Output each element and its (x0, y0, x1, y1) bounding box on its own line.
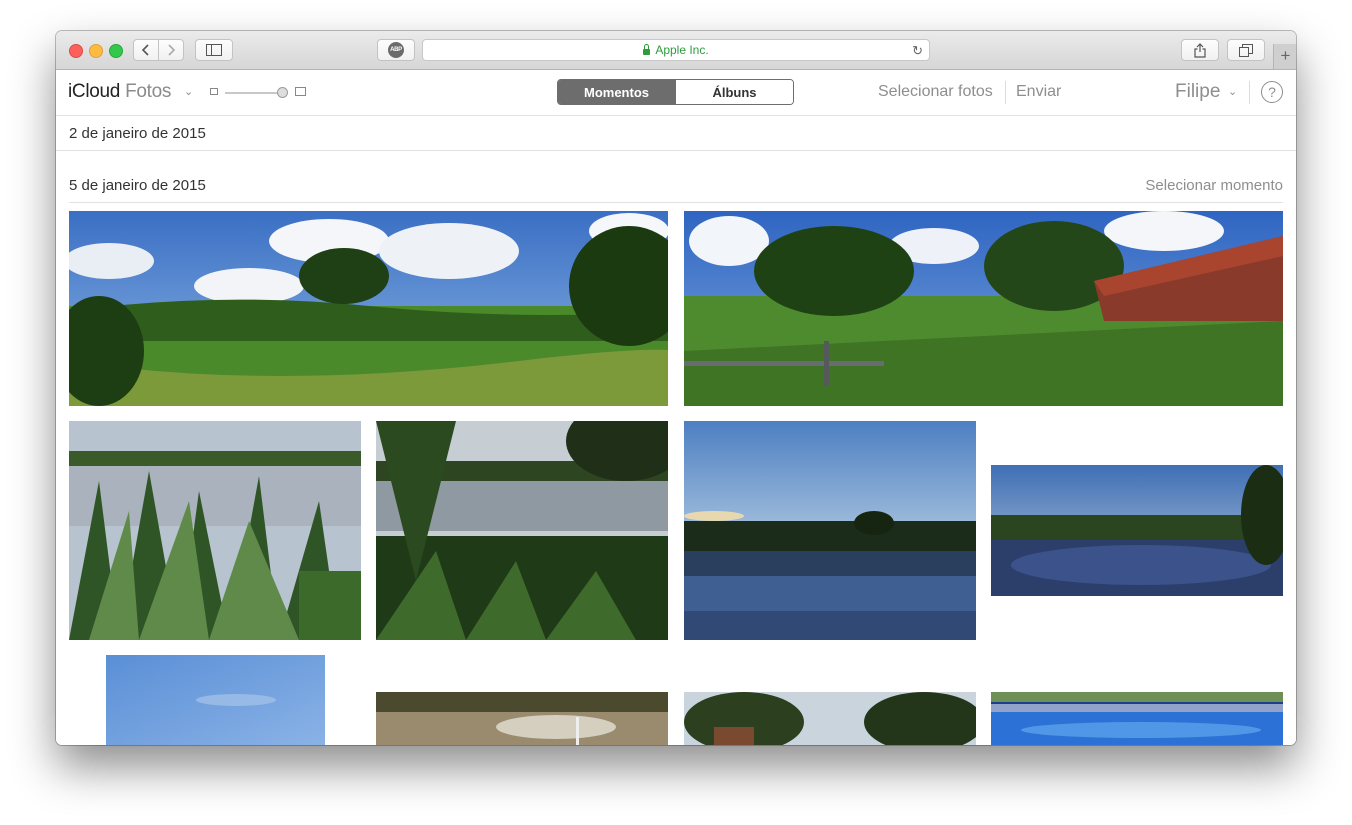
adblock-extension-button[interactable]: ABP (377, 39, 415, 61)
photo-image (69, 211, 668, 406)
divider (1249, 81, 1250, 104)
chevron-left-icon (141, 44, 149, 56)
photo-image (991, 465, 1283, 596)
brand-name: iCloud (68, 81, 121, 102)
photo-thumbnail[interactable] (376, 421, 668, 640)
photo-image (684, 692, 976, 745)
select-moment-button[interactable]: Selecionar momento (1145, 177, 1283, 194)
photo-thumbnail[interactable] (684, 421, 976, 640)
sidebar-toggle-button[interactable] (195, 39, 233, 61)
minimize-window-button[interactable] (89, 44, 103, 58)
photo-thumbnail[interactable] (69, 211, 668, 406)
photo-thumbnail[interactable] (684, 692, 976, 745)
share-icon (1194, 42, 1206, 58)
photo-image (69, 421, 361, 640)
app-title[interactable]: iCloud Fotos (68, 81, 171, 103)
photo-image (684, 421, 976, 640)
upload-button[interactable]: Enviar (1016, 83, 1061, 101)
photo-image (106, 655, 325, 745)
slider-handle[interactable] (277, 87, 288, 98)
photo-thumbnail[interactable] (376, 692, 668, 745)
show-tabs-button[interactable] (1227, 39, 1265, 61)
zoom-window-button[interactable] (109, 44, 123, 58)
divider (69, 202, 1283, 203)
new-tab-button[interactable]: + (1273, 44, 1296, 69)
photo-image (684, 211, 1283, 406)
reload-icon[interactable]: ↻ (912, 43, 923, 59)
photo-image (991, 692, 1283, 745)
select-photos-button[interactable]: Selecionar fotos (878, 83, 993, 101)
photos-content: 2 de janeiro de 2015 5 de janeiro de 201… (56, 116, 1296, 745)
thumbnail-size-slider[interactable] (225, 92, 283, 94)
sidebar-icon (206, 44, 222, 56)
photo-thumbnail[interactable] (684, 211, 1283, 406)
moment-date: 5 de janeiro de 2015 (69, 177, 206, 194)
chevron-right-icon (168, 44, 176, 56)
browser-toolbar: ABP Apple Inc. ↻ + (56, 31, 1296, 70)
lock-icon (643, 44, 651, 55)
tab-albuns[interactable]: Álbuns (675, 80, 793, 104)
app-header: iCloud Fotos ⌄ Momentos Álbuns Seleciona… (56, 70, 1296, 116)
address-bar[interactable]: Apple Inc. ↻ (422, 39, 930, 61)
app-name: Fotos (125, 81, 172, 102)
photo-thumbnail[interactable] (991, 465, 1283, 596)
divider (1005, 81, 1006, 104)
moment-date: 2 de janeiro de 2015 (69, 125, 206, 142)
back-button[interactable] (133, 39, 159, 61)
forward-button[interactable] (158, 39, 184, 61)
share-button[interactable] (1181, 39, 1219, 61)
photo-image (376, 692, 668, 745)
view-switcher: Momentos Álbuns (557, 79, 794, 105)
user-menu-button[interactable]: Filipe (1175, 81, 1220, 103)
close-window-button[interactable] (69, 44, 83, 58)
photo-thumbnail[interactable] (991, 692, 1283, 745)
browser-window: ABP Apple Inc. ↻ + iCloud Fotos ⌄ Moment… (56, 31, 1296, 745)
large-photo-icon (295, 87, 306, 96)
photo-image (376, 421, 668, 640)
photo-thumbnail[interactable] (106, 655, 325, 745)
photo-thumbnail[interactable] (69, 421, 361, 640)
address-bar-text: Apple Inc. (655, 43, 709, 57)
adblock-badge: ABP (388, 42, 404, 58)
tabs-icon (1239, 43, 1253, 57)
navigation-buttons (133, 39, 185, 61)
help-button[interactable]: ? (1261, 81, 1283, 103)
chevron-down-icon[interactable]: ⌄ (1228, 85, 1237, 98)
tab-momentos[interactable]: Momentos (558, 80, 675, 104)
divider (56, 150, 1296, 151)
small-photo-icon (210, 88, 218, 95)
chevron-down-icon[interactable]: ⌄ (184, 85, 193, 98)
